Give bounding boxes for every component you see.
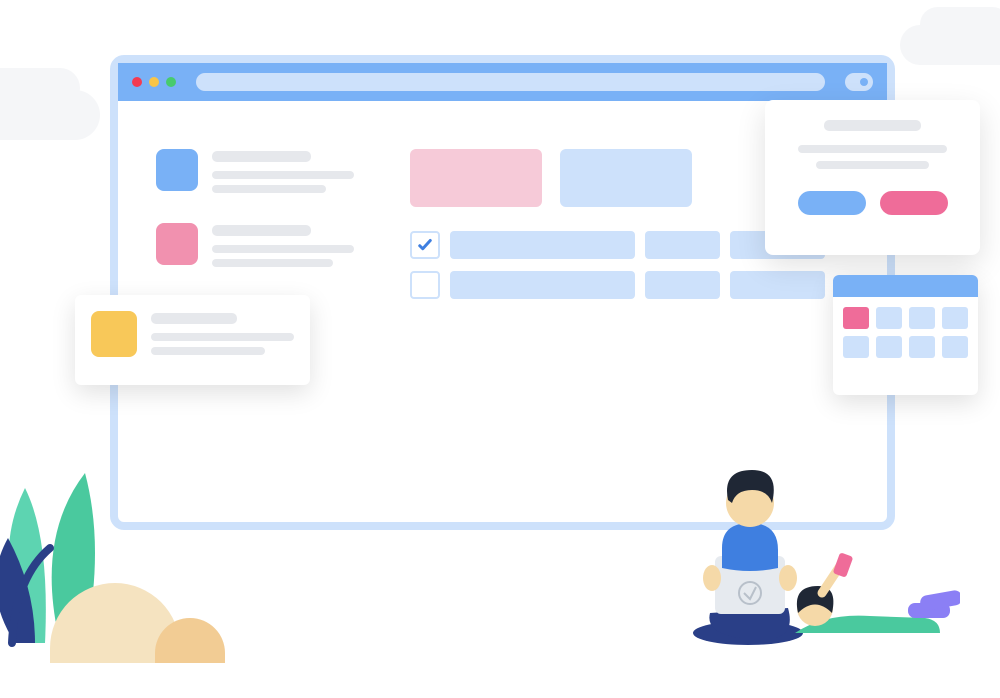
dialog-line-skeleton [816,161,930,169]
dialog-card [765,100,980,255]
table-cell [450,271,635,299]
cloud-decoration [0,90,100,140]
sidebar-item-text [212,149,354,199]
dialog-secondary-button[interactable] [880,191,948,215]
checkbox[interactable] [410,271,440,299]
table-cell [645,271,720,299]
close-icon[interactable] [132,77,142,87]
skeleton-line [212,171,354,179]
calendar-cell[interactable] [843,336,869,358]
calendar-header [833,275,978,297]
table-cell [450,231,635,259]
card[interactable] [410,149,542,207]
dialog-buttons [785,191,960,215]
minimize-icon[interactable] [149,77,159,87]
sidebar-item-text [212,223,354,273]
sidebar-item[interactable] [156,223,354,273]
cloud-decoration [900,25,1000,65]
table-cell [645,231,720,259]
calendar-grid [833,297,978,368]
table-row[interactable] [410,271,847,299]
people-illustration [640,448,960,648]
skeleton-line [212,185,326,193]
skeleton-line [212,245,354,253]
floating-thumbnail-icon [91,311,137,357]
sidebar-thumbnail-icon [156,149,198,191]
skeleton-title [212,225,311,236]
calendar-cell[interactable] [909,307,935,329]
dialog-title-skeleton [824,120,920,131]
calendar-widget [833,275,978,395]
sidebar-item[interactable] [156,149,354,199]
floating-text [151,311,294,369]
address-bar[interactable] [196,73,825,91]
skeleton-title [212,151,311,162]
dialog-primary-button[interactable] [798,191,866,215]
calendar-cell[interactable] [876,336,902,358]
card[interactable] [560,149,692,207]
table-cell [730,271,825,299]
sidebar-thumbnail-icon [156,223,198,265]
skeleton-line [151,347,265,355]
skeleton-line [212,259,333,267]
address-bar-extension[interactable] [845,73,873,91]
calendar-cell[interactable] [876,307,902,329]
checkbox[interactable] [410,231,440,259]
calendar-cell[interactable] [909,336,935,358]
traffic-lights [132,77,176,87]
maximize-icon[interactable] [166,77,176,87]
dialog-line-skeleton [798,145,947,153]
skeleton-title [151,313,237,324]
calendar-cell[interactable] [942,307,968,329]
titlebar [118,63,887,101]
calendar-cell[interactable] [942,336,968,358]
floating-card[interactable] [75,295,310,385]
skeleton-line [151,333,294,341]
check-icon [416,236,434,254]
calendar-cell[interactable] [843,307,869,329]
